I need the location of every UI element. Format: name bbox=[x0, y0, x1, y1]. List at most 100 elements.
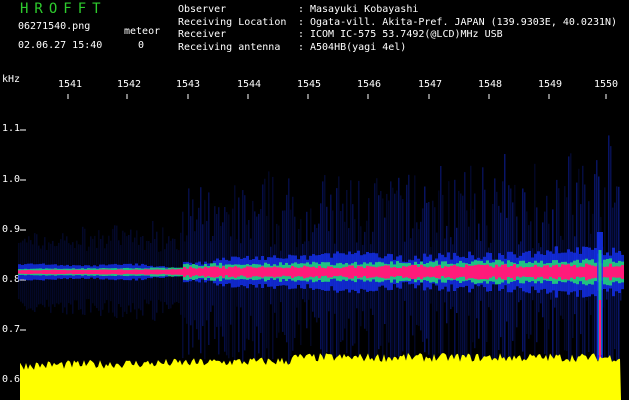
carrier-core bbox=[360, 266, 363, 278]
carrier-core bbox=[357, 265, 360, 279]
carrier-core bbox=[33, 270, 36, 274]
carrier-core bbox=[378, 266, 381, 278]
carrier-core bbox=[309, 267, 312, 277]
carrier-core bbox=[237, 267, 240, 277]
carrier-core bbox=[453, 264, 456, 280]
carrier-core bbox=[111, 270, 114, 274]
carrier-core bbox=[216, 266, 219, 277]
burst-core bbox=[599, 300, 601, 360]
carrier-core bbox=[279, 267, 282, 277]
carrier-core bbox=[345, 266, 348, 278]
carrier-core bbox=[369, 266, 372, 278]
carrier-core bbox=[480, 264, 483, 280]
carrier-core bbox=[426, 267, 429, 277]
carrier-core bbox=[579, 266, 582, 278]
carrier-core bbox=[303, 265, 306, 279]
carrier-core bbox=[564, 264, 567, 280]
carrier-core bbox=[282, 268, 285, 276]
carrier-core bbox=[234, 266, 237, 278]
carrier-core bbox=[498, 266, 501, 278]
carrier-core bbox=[618, 266, 621, 278]
carrier-core bbox=[492, 267, 495, 277]
carrier-core bbox=[459, 266, 462, 277]
carrier-core bbox=[30, 270, 33, 274]
carrier-core bbox=[552, 265, 555, 279]
carrier-core bbox=[606, 266, 609, 278]
carrier-core bbox=[366, 265, 369, 279]
carrier-core bbox=[129, 270, 132, 275]
carrier-core bbox=[465, 264, 468, 280]
carrier-core bbox=[267, 267, 270, 277]
carrier-core bbox=[102, 269, 105, 275]
carrier-core bbox=[327, 266, 330, 278]
carrier-core bbox=[180, 269, 183, 275]
noise-streak bbox=[496, 191, 498, 380]
carrier-core bbox=[318, 265, 321, 279]
carrier-core bbox=[213, 266, 216, 278]
carrier-core bbox=[75, 269, 78, 275]
carrier-core bbox=[165, 269, 168, 275]
noise-streak bbox=[432, 200, 434, 372]
noise-streak bbox=[182, 211, 184, 359]
carrier-core bbox=[78, 269, 81, 274]
carrier-core bbox=[186, 268, 189, 276]
carrier-core bbox=[570, 266, 573, 278]
carrier-core bbox=[321, 267, 324, 277]
carrier-core bbox=[258, 267, 261, 277]
carrier-core bbox=[609, 263, 612, 281]
carrier-core bbox=[531, 266, 534, 278]
carrier-core bbox=[441, 268, 444, 277]
carrier-core bbox=[363, 268, 366, 277]
carrier-core bbox=[588, 264, 591, 280]
carrier-core bbox=[543, 265, 546, 279]
carrier-core bbox=[144, 269, 147, 275]
carrier-core bbox=[540, 267, 543, 277]
carrier-core bbox=[612, 266, 615, 278]
carrier-core bbox=[117, 269, 120, 275]
carrier-core bbox=[138, 269, 141, 275]
carrier-core bbox=[222, 266, 225, 278]
carrier-core bbox=[21, 270, 24, 274]
carrier-core bbox=[474, 265, 477, 279]
noise-streak bbox=[382, 198, 384, 380]
carrier-core bbox=[126, 270, 129, 274]
carrier-core bbox=[534, 264, 537, 280]
carrier-core bbox=[420, 264, 423, 280]
carrier-core bbox=[507, 267, 510, 277]
carrier-core bbox=[135, 269, 138, 275]
carrier-core bbox=[174, 269, 177, 275]
carrier-core bbox=[51, 269, 54, 275]
carrier-core bbox=[516, 267, 519, 277]
carrier-core bbox=[177, 269, 180, 275]
carrier-core bbox=[489, 266, 492, 278]
carrier-core bbox=[348, 265, 351, 279]
carrier-core bbox=[450, 265, 453, 279]
carrier-core bbox=[273, 266, 276, 278]
carrier-core bbox=[249, 266, 252, 278]
carrier-core bbox=[96, 269, 99, 275]
carrier-core bbox=[288, 267, 291, 277]
carrier-core bbox=[207, 267, 210, 277]
carrier-core bbox=[402, 266, 405, 278]
carrier-core bbox=[549, 267, 552, 277]
carrier-core bbox=[183, 267, 186, 278]
noise-streak bbox=[406, 184, 408, 381]
carrier-core bbox=[399, 267, 402, 276]
carrier-core bbox=[171, 269, 174, 275]
carrier-core bbox=[132, 269, 135, 275]
noise-floor bbox=[20, 353, 621, 400]
carrier-core bbox=[252, 267, 255, 277]
carrier-core bbox=[39, 270, 42, 274]
carrier-core bbox=[63, 269, 66, 275]
carrier-core bbox=[36, 270, 39, 274]
carrier-core bbox=[390, 267, 393, 277]
carrier-core bbox=[558, 266, 561, 278]
carrier-core bbox=[60, 269, 63, 275]
carrier-core bbox=[189, 266, 192, 278]
carrier-core bbox=[537, 266, 540, 278]
carrier-core bbox=[72, 269, 75, 275]
carrier-core bbox=[195, 268, 198, 276]
carrier-core bbox=[381, 266, 384, 278]
carrier-core bbox=[432, 267, 435, 277]
carrier-core bbox=[285, 267, 288, 277]
